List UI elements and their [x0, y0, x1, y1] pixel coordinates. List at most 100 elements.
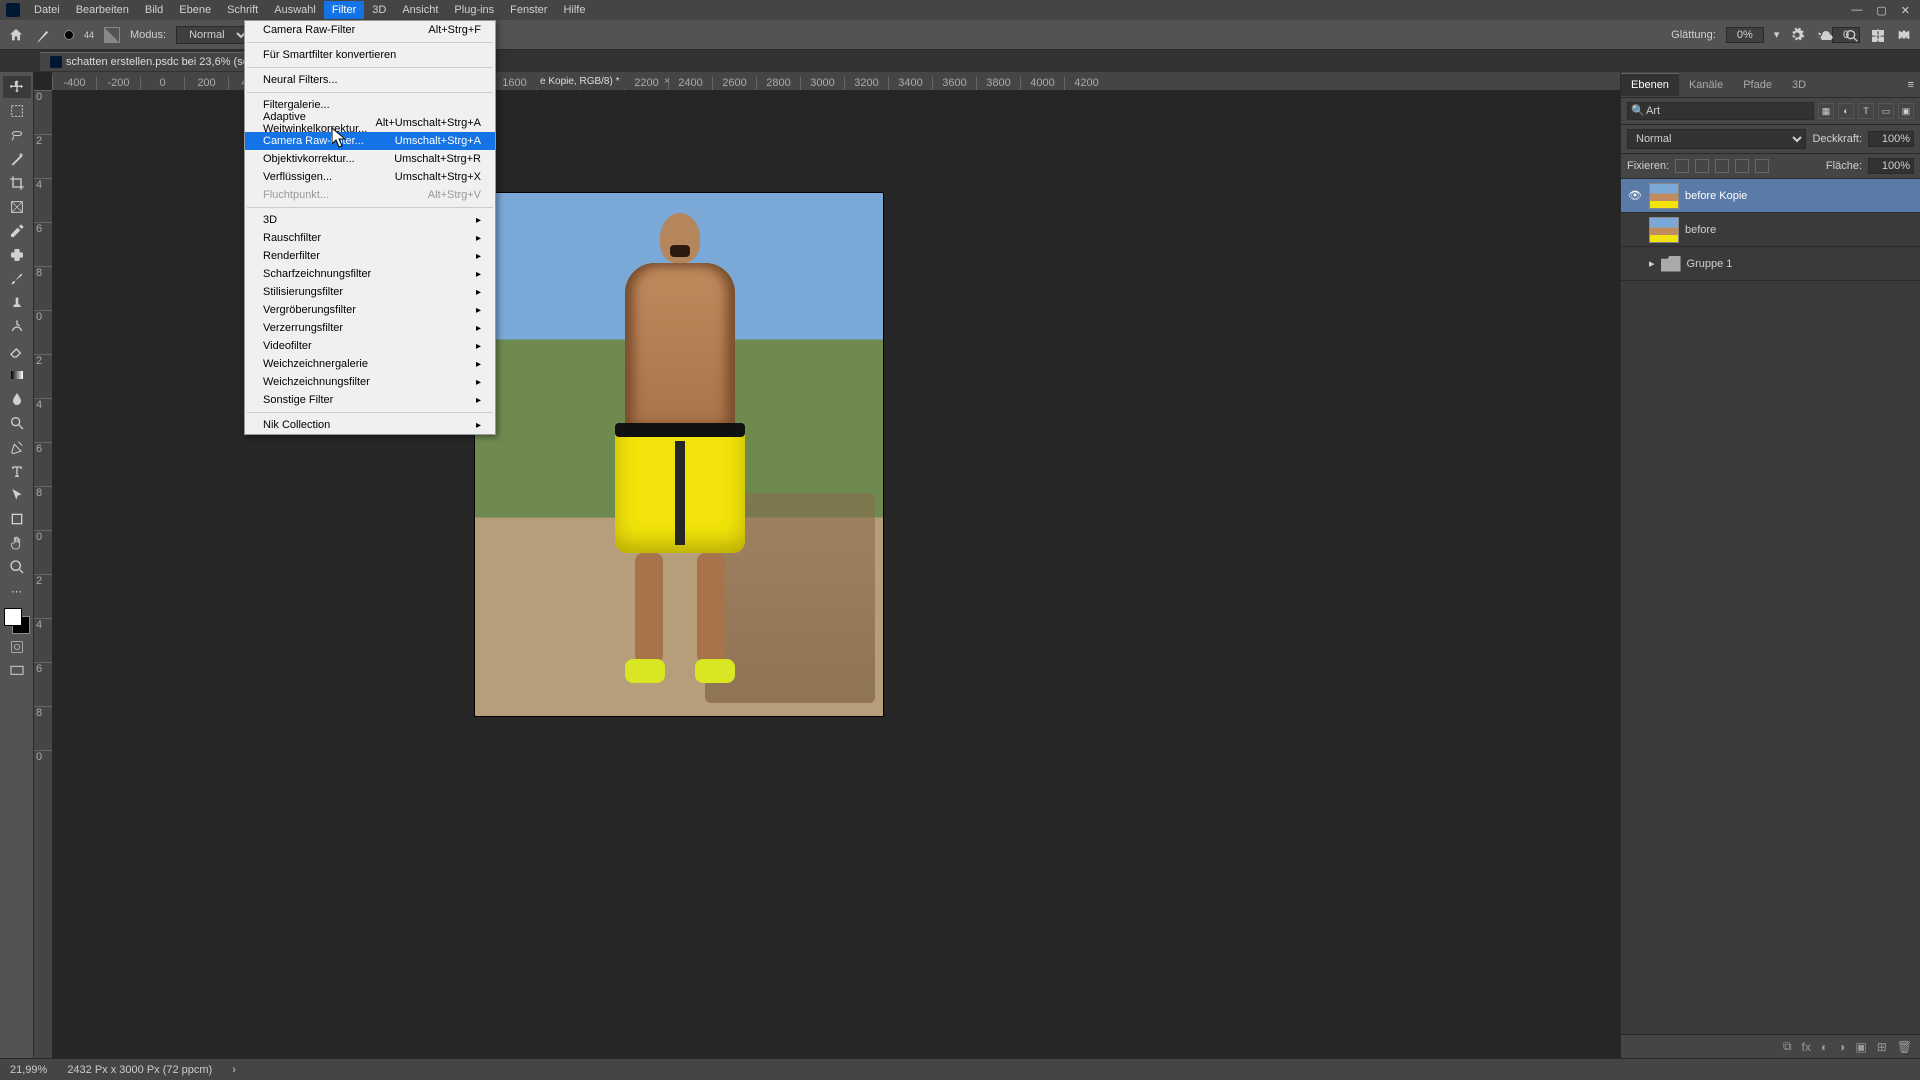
more-tools[interactable]: ⋯: [3, 580, 31, 602]
menu-item[interactable]: Camera Raw-FilterAlt+Strg+F: [245, 21, 495, 39]
menu-plug-ins[interactable]: Plug-ins: [446, 1, 502, 19]
menu-filter[interactable]: Filter: [324, 1, 364, 19]
menu-bild[interactable]: Bild: [137, 1, 171, 19]
marquee-tool[interactable]: [3, 100, 31, 122]
filter-pixel-icon[interactable]: ▦: [1818, 103, 1834, 119]
expand-icon[interactable]: ▸: [1649, 257, 1655, 270]
lock-nest-icon[interactable]: [1735, 159, 1749, 173]
minimize-icon[interactable]: —: [1851, 4, 1862, 17]
healing-tool[interactable]: [3, 244, 31, 266]
close-icon[interactable]: ✕: [1901, 4, 1910, 17]
filter-adjust-icon[interactable]: ◐: [1838, 103, 1854, 119]
wand-tool[interactable]: [3, 148, 31, 170]
group-icon[interactable]: ▣: [1855, 1040, 1866, 1054]
eyedropper-tool[interactable]: [3, 220, 31, 242]
menu-schrift[interactable]: Schrift: [219, 1, 266, 19]
menu-hilfe[interactable]: Hilfe: [555, 1, 593, 19]
shape-tool[interactable]: [3, 508, 31, 530]
layer-row[interactable]: 👁before Kopie: [1621, 179, 1920, 213]
hand-tool[interactable]: [3, 532, 31, 554]
eraser-tool[interactable]: [3, 340, 31, 362]
fx-icon[interactable]: fx: [1802, 1040, 1811, 1054]
lock-trans-icon[interactable]: [1675, 159, 1689, 173]
menu-item[interactable]: Weichzeichnergalerie: [245, 355, 495, 373]
home-icon[interactable]: [8, 27, 24, 43]
brush-preview[interactable]: [64, 30, 74, 40]
visibility-icon[interactable]: 👁: [1627, 189, 1643, 202]
layer-filter-input[interactable]: [1627, 102, 1814, 120]
lock-all-icon[interactable]: [1755, 159, 1769, 173]
tab-close-icon[interactable]: ×: [664, 76, 670, 87]
filter-type-icon[interactable]: T: [1858, 103, 1874, 119]
tab-ebenen[interactable]: Ebenen: [1621, 73, 1679, 96]
menu-3d[interactable]: 3D: [364, 1, 394, 19]
filter-shape-icon[interactable]: ▭: [1878, 103, 1894, 119]
color-swatches[interactable]: [4, 608, 30, 634]
history-brush-tool[interactable]: [3, 316, 31, 338]
stamp-tool[interactable]: [3, 292, 31, 314]
menu-item[interactable]: Verzerrungsfilter: [245, 319, 495, 337]
menu-item[interactable]: Adaptive Weitwinkelkorrektur...Alt+Umsch…: [245, 114, 495, 132]
dropdown-caret-icon[interactable]: ▾: [1774, 28, 1780, 41]
pen-tool[interactable]: [3, 436, 31, 458]
menu-item[interactable]: Scharfzeichnungsfilter: [245, 265, 495, 283]
menu-item[interactable]: Neural Filters...: [245, 71, 495, 89]
menu-item[interactable]: Renderfilter: [245, 247, 495, 265]
brush-tool[interactable]: [3, 268, 31, 290]
brush-tool-icon[interactable]: [34, 25, 54, 45]
cloud-icon[interactable]: [1818, 28, 1834, 44]
brush-settings-icon[interactable]: [104, 27, 120, 43]
smoothing-input[interactable]: [1726, 27, 1764, 43]
crop-tool[interactable]: [3, 172, 31, 194]
menu-item[interactable]: 3D: [245, 211, 495, 229]
lock-pos-icon[interactable]: [1715, 159, 1729, 173]
fill-input[interactable]: [1868, 158, 1914, 174]
blend-mode-select[interactable]: Normal: [176, 26, 250, 44]
link-icon[interactable]: ⧉: [1783, 1039, 1792, 1054]
zoom-tool[interactable]: [3, 556, 31, 578]
dodge-tool[interactable]: [3, 412, 31, 434]
frame-tool[interactable]: [3, 196, 31, 218]
menu-item[interactable]: Stilisierungsfilter: [245, 283, 495, 301]
screenmode-tool[interactable]: [3, 660, 31, 682]
menu-item[interactable]: Videofilter: [245, 337, 495, 355]
workspace-icon[interactable]: [1870, 28, 1886, 44]
layer-row[interactable]: ▸Gruppe 1: [1621, 247, 1920, 281]
menu-ansicht[interactable]: Ansicht: [394, 1, 446, 19]
menu-auswahl[interactable]: Auswahl: [266, 1, 324, 19]
menu-item[interactable]: Verflüssigen...Umschalt+Strg+X: [245, 168, 495, 186]
menu-item[interactable]: Für Smartfilter konvertieren: [245, 46, 495, 64]
opacity-input[interactable]: [1868, 131, 1914, 147]
menu-item[interactable]: Vergröberungsfilter: [245, 301, 495, 319]
status-arrow-icon[interactable]: ›: [232, 1064, 236, 1076]
gear-icon[interactable]: [1789, 27, 1805, 43]
lock-paint-icon[interactable]: [1695, 159, 1709, 173]
tab-kanale[interactable]: Kanäle: [1679, 74, 1733, 96]
panel-menu-icon[interactable]: ≡: [1902, 79, 1920, 91]
tab-3d[interactable]: 3D: [1782, 74, 1816, 96]
share-icon[interactable]: [1896, 28, 1912, 44]
new-layer-icon[interactable]: ⊞: [1877, 1040, 1887, 1054]
menu-item[interactable]: Rauschfilter: [245, 229, 495, 247]
menu-item[interactable]: Objektivkorrektur...Umschalt+Strg+R: [245, 150, 495, 168]
menu-bearbeiten[interactable]: Bearbeiten: [68, 1, 137, 19]
tab-pfade[interactable]: Pfade: [1733, 74, 1782, 96]
adjustment-icon[interactable]: ◑: [1838, 1040, 1845, 1054]
layer-blend-select[interactable]: Normal: [1627, 129, 1806, 149]
filter-smart-icon[interactable]: ▣: [1898, 103, 1914, 119]
quickmask-tool[interactable]: [3, 636, 31, 658]
path-select-tool[interactable]: [3, 484, 31, 506]
menu-datei[interactable]: Datei: [26, 1, 68, 19]
menu-ebene[interactable]: Ebene: [171, 1, 219, 19]
menu-fenster[interactable]: Fenster: [502, 1, 555, 19]
type-tool[interactable]: [3, 460, 31, 482]
maximize-icon[interactable]: ▢: [1876, 4, 1886, 17]
blur-tool[interactable]: [3, 388, 31, 410]
zoom-value[interactable]: 21,99%: [10, 1064, 47, 1076]
trash-icon[interactable]: 🗑: [1897, 1040, 1912, 1054]
menu-item[interactable]: Sonstige Filter: [245, 391, 495, 409]
layer-row[interactable]: before: [1621, 213, 1920, 247]
gradient-tool[interactable]: [3, 364, 31, 386]
lasso-tool[interactable]: [3, 124, 31, 146]
move-tool[interactable]: [3, 76, 31, 98]
